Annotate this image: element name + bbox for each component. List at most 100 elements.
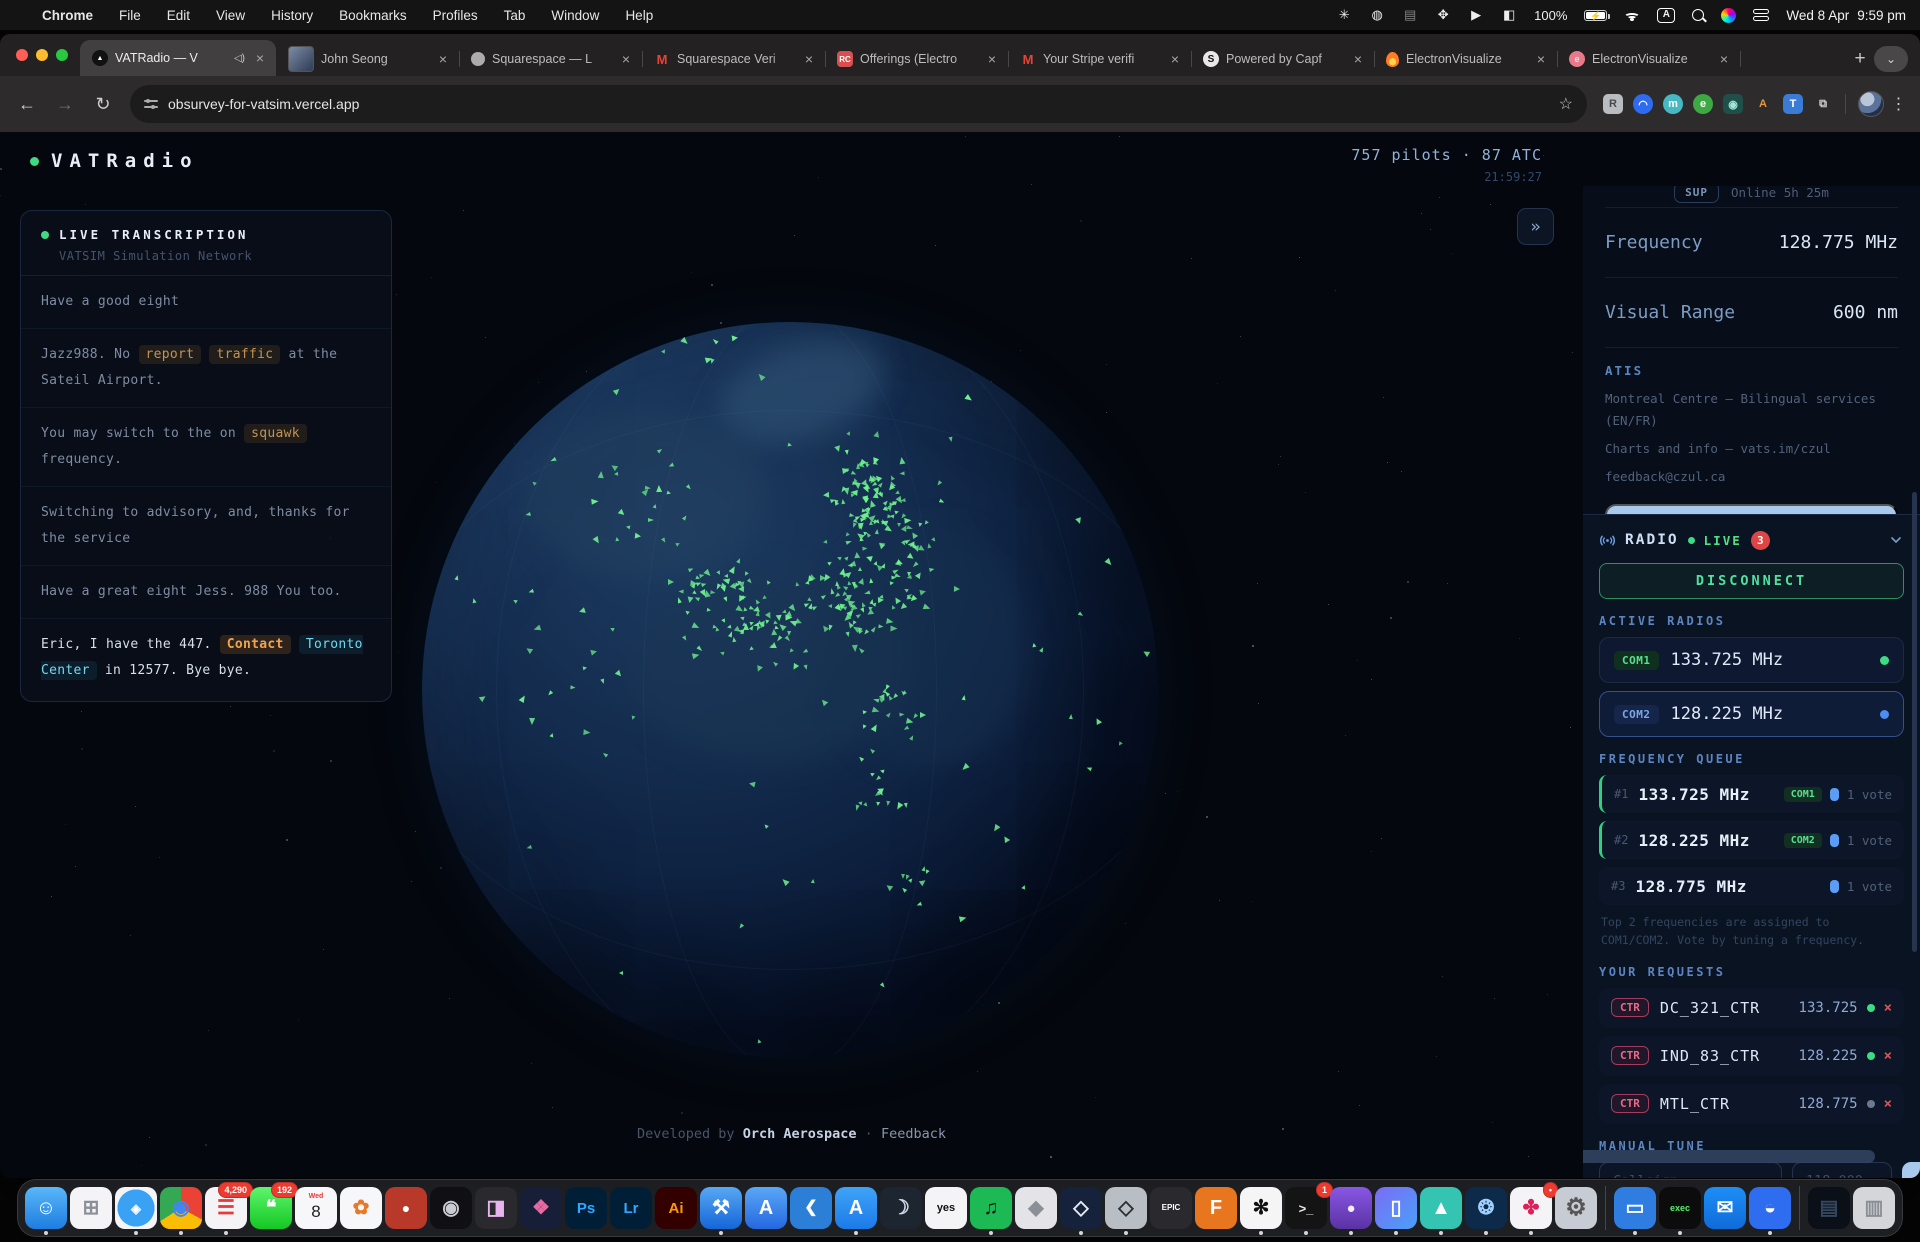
close-window-button[interactable] xyxy=(16,49,28,61)
request-row[interactable]: CTRIND_83_CTR128.225× xyxy=(1599,1036,1904,1076)
aircraft-marker[interactable] xyxy=(823,491,829,497)
aircraft-marker[interactable] xyxy=(634,532,641,539)
menubar-item-window[interactable]: Window xyxy=(551,8,599,23)
dock-icon-nordvpn[interactable]: ▲ xyxy=(1420,1187,1462,1229)
dock-icon-unity[interactable]: ◇ xyxy=(1060,1187,1102,1229)
siri-icon[interactable] xyxy=(1721,8,1736,23)
menubar-clock[interactable]: Wed 8 Apr 9:59 pm xyxy=(1786,8,1906,23)
dock-icon-aperture-app[interactable]: ❂ xyxy=(1465,1187,1507,1229)
aircraft-marker[interactable] xyxy=(768,644,773,649)
browser-tab-3[interactable]: MSquarespace Veri× xyxy=(642,42,825,76)
menubar-item-tab[interactable]: Tab xyxy=(504,8,526,23)
aircraft-marker[interactable] xyxy=(862,546,867,551)
aircraft-marker[interactable] xyxy=(614,472,618,476)
aircraft-marker[interactable] xyxy=(890,581,895,586)
menubar-item-chrome[interactable]: Chrome xyxy=(42,8,93,23)
aircraft-marker[interactable] xyxy=(738,628,745,633)
aircraft-marker[interactable] xyxy=(691,580,699,587)
aircraft-marker[interactable] xyxy=(905,518,912,525)
manual-tune-button[interactable] xyxy=(1902,1162,1920,1178)
ext-a-icon[interactable]: A xyxy=(1753,94,1773,114)
aircraft-marker[interactable] xyxy=(863,710,868,715)
dock-icon-freeform-app[interactable]: ▭ xyxy=(1614,1187,1656,1229)
input-source-icon[interactable]: A xyxy=(1657,8,1675,23)
aircraft-marker[interactable] xyxy=(805,580,810,585)
dock-icon-system-settings[interactable]: ⚙ xyxy=(1555,1187,1597,1229)
aircraft-marker[interactable] xyxy=(896,523,900,527)
menubar-item-edit[interactable]: Edit xyxy=(167,8,190,23)
tab-close-button[interactable]: × xyxy=(618,51,634,67)
request-row[interactable]: CTRMTL_CTR128.775× xyxy=(1599,1084,1904,1124)
tab-close-button[interactable]: × xyxy=(252,50,268,66)
url-text[interactable]: obsurvey-for-vatsim.vercel.app xyxy=(168,96,1549,112)
dock-icon-chrome[interactable]: ◉ xyxy=(160,1187,202,1229)
dock-icon-photoshop[interactable]: Ps xyxy=(565,1187,607,1229)
browser-tab-5[interactable]: MYour Stripe verifi× xyxy=(1008,42,1191,76)
dock-icon-lightroom[interactable]: Lr xyxy=(610,1187,652,1229)
aircraft-marker[interactable] xyxy=(583,730,590,737)
aircraft-marker[interactable] xyxy=(829,588,834,595)
aircraft-marker[interactable] xyxy=(901,874,905,879)
aircraft-marker[interactable] xyxy=(854,483,860,489)
ext-nordpass-icon[interactable]: ◠ xyxy=(1633,94,1653,114)
dock-icon-terminal[interactable]: >_1 xyxy=(1285,1187,1327,1229)
footer-feedback-link[interactable]: Feedback xyxy=(881,1126,946,1142)
remove-request-button[interactable]: × xyxy=(1884,1000,1892,1016)
aircraft-marker[interactable] xyxy=(847,563,852,567)
ext-r-icon[interactable]: R xyxy=(1603,94,1623,114)
dock-icon-launchpad[interactable]: ⊞ xyxy=(70,1187,112,1229)
dock-icon-mail[interactable]: ✉ xyxy=(1704,1187,1746,1229)
dock-icon-photos[interactable]: ✿ xyxy=(340,1187,382,1229)
tab-close-button[interactable]: × xyxy=(1716,51,1732,67)
tune-in-button[interactable]: TUNE IN xyxy=(1605,504,1898,515)
aircraft-marker[interactable] xyxy=(854,552,861,559)
dock-icon-kindle[interactable]: ☽ xyxy=(880,1187,922,1229)
cube-status-icon[interactable]: ✥ xyxy=(1435,7,1451,23)
dock-icon-ai-assistant-app[interactable]: ◒ xyxy=(1749,1187,1791,1229)
aircraft-marker[interactable] xyxy=(619,971,623,975)
site-settings-icon[interactable] xyxy=(144,98,158,110)
control-center-icon[interactable] xyxy=(1753,9,1769,21)
tab-audio-icon[interactable]: ◁) xyxy=(234,53,245,64)
dock-icon-iphone-mirroring[interactable]: ▯ xyxy=(1375,1187,1417,1229)
dock-icon-compass-design-app[interactable]: A xyxy=(745,1187,787,1229)
aircraft-marker[interactable] xyxy=(787,631,791,636)
aircraft-marker[interactable] xyxy=(841,499,846,505)
menubar-item-help[interactable]: Help xyxy=(625,8,653,23)
aircraft-marker[interactable] xyxy=(837,605,842,609)
dock-icon-bear[interactable]: ● xyxy=(385,1187,427,1229)
aircraft-marker[interactable] xyxy=(630,715,635,720)
aircraft-marker[interactable] xyxy=(845,631,850,637)
active-radio-row[interactable]: COM2128.225 MHz xyxy=(1599,691,1904,737)
dock-icon-slack[interactable]: ✤• xyxy=(1510,1187,1552,1229)
dock-icon-safari[interactable]: ◈ xyxy=(115,1187,157,1229)
aircraft-marker[interactable] xyxy=(844,450,849,455)
menubar-item-view[interactable]: View xyxy=(216,8,245,23)
tab-close-button[interactable]: × xyxy=(1167,51,1183,67)
browser-tab-6[interactable]: SPowered by Capf× xyxy=(1191,42,1374,76)
tab-close-button[interactable]: × xyxy=(1533,51,1549,67)
aircraft-marker[interactable] xyxy=(876,802,880,806)
aircraft-marker[interactable] xyxy=(863,483,870,490)
dock-icon-fusion-360[interactable]: F xyxy=(1195,1187,1237,1229)
aircraft-marker[interactable] xyxy=(668,579,674,585)
menubar-item-history[interactable]: History xyxy=(271,8,313,23)
raycast-status-icon[interactable]: ◍ xyxy=(1369,7,1385,23)
aircraft-marker[interactable] xyxy=(852,645,858,652)
manual-frequency-input[interactable] xyxy=(1792,1162,1892,1178)
sidebar-scrollbar-thumb[interactable] xyxy=(1912,492,1917,952)
tab-close-button[interactable]: × xyxy=(984,51,1000,67)
tab-search-button[interactable]: ⌄ xyxy=(1874,46,1908,72)
dock-icon-messages[interactable]: ❝192 xyxy=(250,1187,292,1229)
ext-evernote-icon[interactable]: e xyxy=(1693,94,1713,114)
active-radio-row[interactable]: COM1133.725 MHz xyxy=(1599,637,1904,683)
dock-icon-calendar[interactable]: Wed8 xyxy=(295,1187,337,1229)
aircraft-marker[interactable] xyxy=(615,536,620,541)
aircraft-marker[interactable] xyxy=(528,588,534,593)
aircraft-marker[interactable] xyxy=(686,596,693,603)
browser-tab-4[interactable]: RCOfferings (Electro× xyxy=(825,42,1008,76)
menubar-item-bookmarks[interactable]: Bookmarks xyxy=(339,8,407,23)
aircraft-marker[interactable] xyxy=(917,522,922,527)
play-status-icon[interactable]: ▶ xyxy=(1468,7,1484,23)
footer-brand[interactable]: Orch Aerospace xyxy=(743,1126,857,1142)
